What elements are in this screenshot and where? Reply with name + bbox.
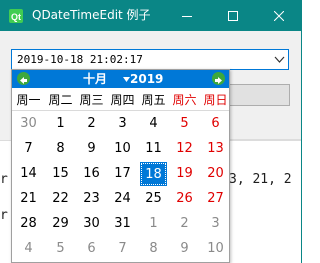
calendar-day-grid: 30 1 2 3 4 5 6 7 8 9 10 11 12 13 14 15 16 17 18 19 20 21 22 23 2… — [12, 113, 229, 262]
minimize-button[interactable] — [164, 0, 210, 31]
weekday-label: 周六 — [172, 93, 197, 107]
calendar-day[interactable]: 16 — [79, 163, 104, 185]
calendar-popup: 十月 2019 周一 周二 周三 周四 周五 周六 周日 30 1 2 3 4 5 6 7 8 9 10 11 12… — [11, 69, 230, 263]
close-icon — [274, 10, 284, 21]
app-window: Qt QDateTimeEdit 例子 r r 3, 21, 2 2019-10… — [0, 0, 302, 263]
prev-month-button[interactable] — [17, 72, 30, 85]
maximize-icon — [228, 10, 238, 21]
calendar-day[interactable]: 8 — [141, 238, 166, 260]
calendar-day[interactable]: 29 — [48, 213, 73, 235]
weekday-label: 周五 — [141, 93, 166, 107]
month-dropdown-icon[interactable] — [123, 77, 130, 82]
weekday-label: 周日 — [203, 93, 228, 107]
calendar-day[interactable]: 4 — [141, 113, 166, 135]
calendar-day[interactable]: 9 — [79, 138, 104, 160]
output-text-fragment: r — [0, 208, 8, 223]
calendar-day[interactable]: 7 — [16, 138, 41, 160]
calendar-day[interactable]: 23 — [79, 188, 104, 210]
calendar-day[interactable]: 22 — [48, 188, 73, 210]
calendar-day[interactable]: 24 — [110, 188, 135, 210]
minimize-icon — [182, 15, 192, 17]
svg-text:Qt: Qt — [11, 12, 21, 22]
calendar-day[interactable]: 13 — [203, 138, 228, 160]
calendar-day[interactable]: 9 — [172, 238, 197, 260]
calendar-day[interactable]: 25 — [141, 188, 166, 210]
output-text-fragment: 3, 21, 2 — [229, 172, 292, 187]
calendar-day[interactable]: 5 — [48, 238, 73, 260]
year-selector[interactable]: 2019 — [130, 71, 163, 87]
chevron-down-icon[interactable] — [274, 55, 285, 64]
datetime-value[interactable]: 2019-10-18 21:02:17 — [17, 52, 143, 67]
output-text-fragment: r — [0, 172, 8, 187]
next-month-button[interactable] — [212, 72, 225, 85]
calendar-day[interactable]: 19 — [172, 163, 197, 185]
calendar-day[interactable]: 10 — [110, 138, 135, 160]
calendar-day[interactable]: 4 — [16, 238, 41, 260]
calendar-day[interactable]: 30 — [79, 213, 104, 235]
weekday-label: 周四 — [110, 93, 135, 107]
maximize-button[interactable] — [210, 0, 256, 31]
month-selector[interactable]: 十月 — [83, 71, 107, 87]
calendar-day[interactable]: 8 — [48, 138, 73, 160]
calendar-day[interactable]: 1 — [48, 113, 73, 135]
window-border — [301, 31, 302, 263]
arrow-right-icon — [215, 77, 222, 84]
calendar-day[interactable]: 3 — [110, 113, 135, 135]
calendar-day-selected[interactable]: 18 — [140, 162, 167, 186]
calendar-day[interactable]: 30 — [16, 113, 41, 135]
weekday-header: 周一 周二 周三 周四 周五 周六 周日 — [12, 89, 229, 111]
datetime-edit[interactable]: 2019-10-18 21:02:17 — [11, 49, 289, 70]
calendar-day[interactable]: 11 — [141, 138, 166, 160]
calendar-day[interactable]: 5 — [172, 113, 197, 135]
calendar-day[interactable]: 14 — [16, 163, 41, 185]
calendar-day[interactable]: 20 — [203, 163, 228, 185]
weekday-label: 周一 — [16, 93, 41, 107]
window-title: QDateTimeEdit 例子 — [32, 8, 151, 22]
calendar-day[interactable]: 3 — [203, 213, 228, 235]
calendar-day[interactable]: 27 — [203, 188, 228, 210]
title-bar[interactable]: Qt QDateTimeEdit 例子 — [0, 0, 302, 31]
calendar-day[interactable]: 10 — [203, 238, 228, 260]
calendar-day[interactable]: 6 — [203, 113, 228, 135]
qt-icon: Qt — [8, 8, 24, 24]
calendar-day[interactable]: 17 — [110, 163, 135, 185]
calendar-day[interactable]: 15 — [48, 163, 73, 185]
calendar-day[interactable]: 26 — [172, 188, 197, 210]
calendar-day[interactable]: 7 — [110, 238, 135, 260]
calendar-day[interactable]: 21 — [16, 188, 41, 210]
weekday-label: 周三 — [79, 93, 104, 107]
close-button[interactable] — [256, 0, 302, 31]
calendar-day[interactable]: 28 — [16, 213, 41, 235]
calendar-day[interactable]: 2 — [79, 113, 104, 135]
calendar-day[interactable]: 12 — [172, 138, 197, 160]
calendar-day[interactable]: 6 — [79, 238, 104, 260]
arrow-left-icon — [20, 77, 27, 84]
calendar-day[interactable]: 2 — [172, 213, 197, 235]
calendar-navigation-bar: 十月 2019 — [12, 70, 229, 88]
calendar-day[interactable]: 31 — [110, 213, 135, 235]
calendar-day[interactable]: 1 — [141, 213, 166, 235]
weekday-label: 周二 — [48, 93, 73, 107]
